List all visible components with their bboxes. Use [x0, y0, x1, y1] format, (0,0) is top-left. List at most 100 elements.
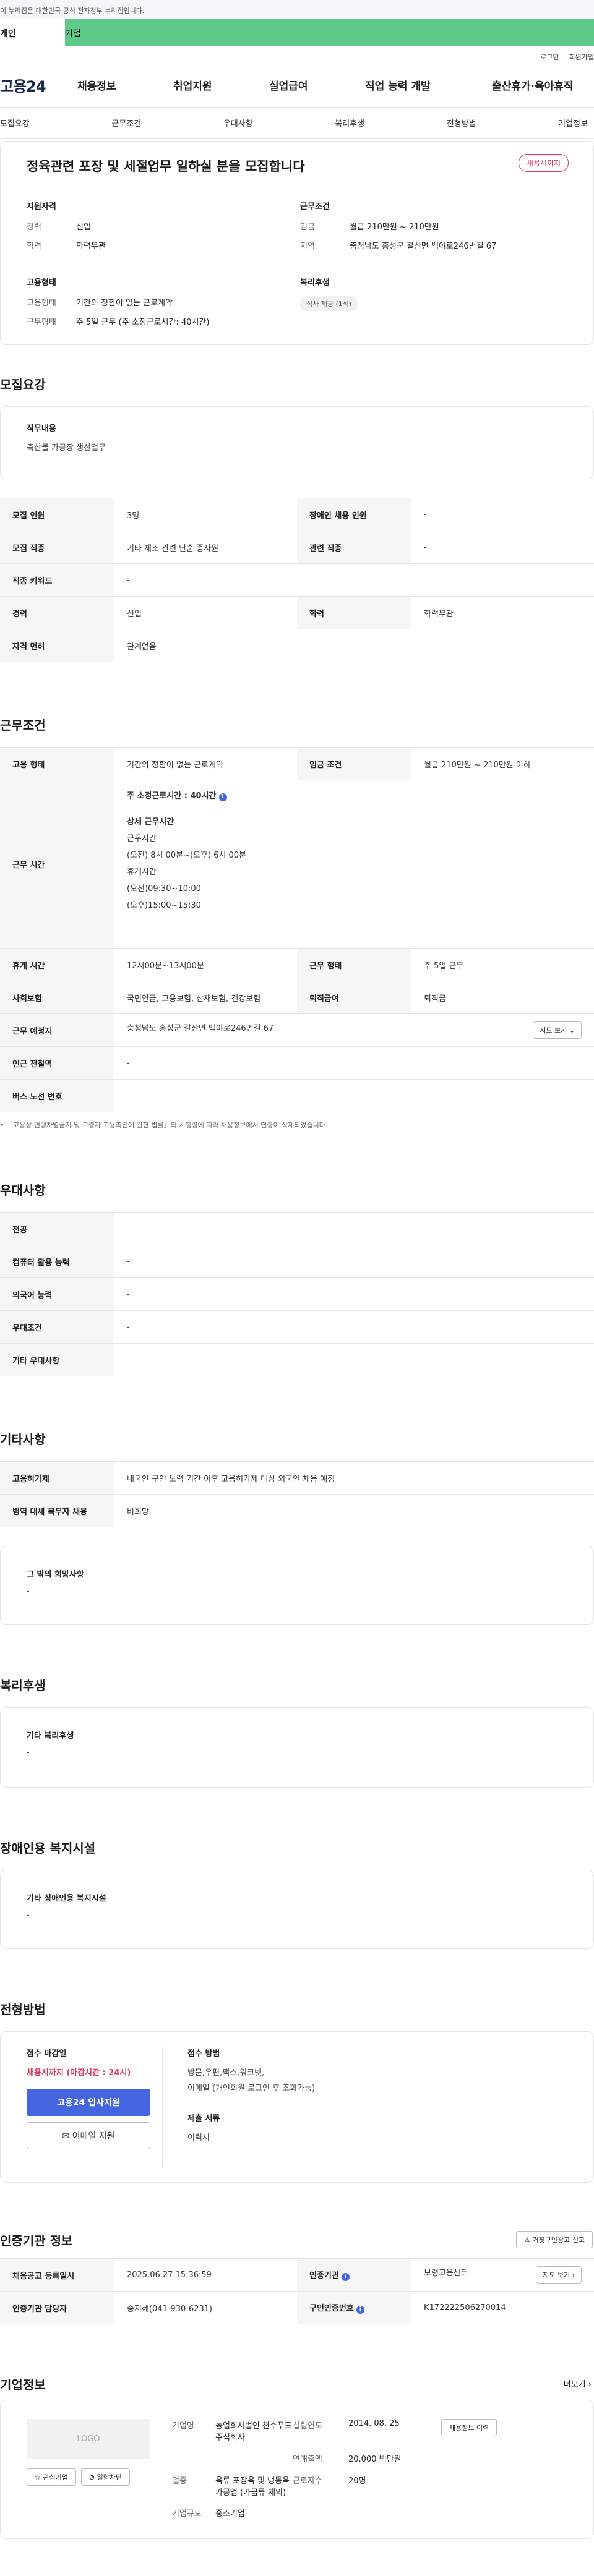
work-section-title: 근무조건	[0, 718, 46, 733]
info-icon[interactable]: i	[218, 793, 227, 801]
qualification-heading: 지원자격	[27, 202, 56, 211]
block-label: 열람차단	[97, 2473, 123, 2481]
table-row: 고용 형태 기간의 정함이 없는 근로계약 임금 조건 월급 210만원 ~ 2…	[0, 747, 594, 780]
table-value: 3명	[114, 498, 297, 531]
hours-main: 주 소정근로시간 : 40시간	[127, 791, 217, 801]
agency-section-title: 인증기관 정보	[0, 2233, 73, 2248]
chevron-right-icon: ›	[588, 2380, 592, 2389]
favorite-label: 관심기업	[43, 2473, 68, 2481]
table-key: 인증기관 담당자	[0, 2291, 114, 2324]
table-value: -	[114, 1245, 594, 1278]
tab-person-label: 개인	[0, 29, 16, 39]
tab-business[interactable]: 기업	[65, 19, 594, 46]
benefit-box: 기타 복리후생 -	[0, 1707, 594, 1788]
disabled-value: -	[27, 1911, 30, 1920]
selection-box: 접수 마감일 채용시까지 (마감시간 : 24시) 고용24 입사지원 ✉ 이메…	[0, 2031, 594, 2183]
benefit-section-title: 복리후생	[0, 1678, 46, 1693]
table-key: 기타 우대사항	[0, 1343, 114, 1376]
table-value: -	[114, 1212, 594, 1245]
hours-detail-line: (오전) 8시 00분~(오후) 6시 00분	[127, 851, 247, 860]
nav-jobs[interactable]: 채용정보	[77, 77, 173, 93]
info-icon[interactable]: i	[356, 2306, 364, 2314]
signup-link[interactable]: 회원가입	[569, 52, 594, 63]
work-table: 고용 형태 기간의 정함이 없는 근로계약 임금 조건 월급 210만원 ~ 2…	[0, 747, 594, 1112]
table-value: 내국인 구인 노력 기간 이후 고용허가제 대상 외국인 채용 예정	[114, 1461, 594, 1495]
table-row: 경력 신입 학력 학력무관	[0, 596, 594, 629]
duty-box: 직무내용 축산물 가공장 생산업무	[0, 406, 594, 479]
table-value: -	[411, 498, 594, 531]
email-apply-button[interactable]: ✉ 이메일 지원	[27, 2122, 150, 2149]
method-value-2: 이메일 (개인회원 로그인 후 조회가능)	[187, 2084, 316, 2093]
wage-key: 임금	[300, 223, 315, 232]
employment-block: 고용형태 고용형태 기간의 정함이 없는 근로계약 근무형태 주 5일 근무 (주 …	[27, 276, 300, 335]
table-key: 학력	[297, 596, 411, 629]
login-link[interactable]: 로그인	[540, 52, 559, 63]
industry-key: 업종	[172, 2476, 187, 2486]
favorite-button[interactable]: ☆ 관심기업	[27, 2468, 76, 2486]
table-key: 경력	[0, 596, 114, 629]
tab-selection[interactable]: 전형방법	[447, 117, 476, 129]
tab-recruit[interactable]: 모집요강	[0, 117, 30, 129]
conditions-heading: 근무조건	[300, 202, 330, 211]
report-button[interactable]: ⚠ 거짓구인광고 신고	[516, 2231, 593, 2248]
block-icon: ⊘	[88, 2473, 95, 2481]
table-key: 컴퓨터 활용 능력	[0, 1245, 114, 1278]
table-row: 인근 전철역 -	[0, 1046, 594, 1080]
wage-value: 월급 210만원 ~ 210만원	[350, 223, 439, 232]
tab-work-conditions[interactable]: 근무조건	[111, 117, 141, 129]
recruit-table: 모집 인원 3명 장애인 채용 인원 - 모집 직종 기타 제조 관련 단순 종…	[0, 498, 594, 662]
staff-key: 근로자수	[293, 2476, 322, 2486]
nav-vocational-training[interactable]: 직업 능력 개발	[365, 77, 492, 93]
table-value: -	[114, 563, 594, 597]
tab-welfare[interactable]: 복리후생	[335, 117, 364, 129]
age-note: • 「고용상 연령차별금지 및 고령자 고용촉진에 관한 법률」의 시행령에 따…	[0, 1121, 328, 1129]
table-row: 직종 키워드 -	[0, 563, 594, 597]
site-logo[interactable]: 고용24	[0, 74, 77, 96]
table-row: 컴퓨터 활용 능력 -	[0, 1245, 594, 1278]
job-history-button[interactable]: 채용정보 이력	[441, 2419, 497, 2436]
work-form-key: 근무형태	[27, 318, 56, 327]
report-icon: ⚠	[524, 2236, 531, 2244]
apply-button[interactable]: 고용24 입사지원	[27, 2089, 150, 2116]
tab-person[interactable]: 개인	[0, 19, 65, 46]
table-row: 외국어 능력 -	[0, 1277, 594, 1311]
block-button[interactable]: ⊘ 열람차단	[80, 2468, 131, 2486]
table-key: 근무 시간	[0, 780, 114, 949]
table-key: 모집 인원	[0, 498, 114, 531]
table-value: 기간의 정함이 없는 근로계약	[114, 747, 297, 780]
company-logo: LOGO	[27, 2419, 150, 2459]
table-value: K172222506270014	[411, 2291, 594, 2324]
tab-business-label: 기업	[65, 29, 81, 39]
nav-parental-leave[interactable]: 출산휴가·육아휴직	[492, 77, 574, 93]
agency-map-button[interactable]: 지도 보기 ›	[536, 2266, 582, 2284]
etc-table: 고용허가제 내국인 구인 노력 기간 이후 고용허가제 대상 외국인 채용 예정 …	[0, 1461, 594, 1527]
employment-type-value: 기간의 정함이 없는 근로계약	[76, 299, 173, 308]
map-button[interactable]: 지도 보기 ⌄	[533, 1021, 582, 1039]
table-row: 버스 노선 번호 -	[0, 1079, 594, 1112]
company-logo-area: LOGO ☆ 관심기업 ⊘ 열람차단	[27, 2419, 150, 2520]
table-value: -	[114, 1310, 594, 1344]
staff-value: 20명	[348, 2476, 366, 2486]
tab-company[interactable]: 기업정보	[558, 117, 588, 129]
job-title: 정육관련 포장 및 세절업무 일하실 분을 모집합니다	[27, 159, 305, 174]
hours-detail-line: (오후)15:00~15:30	[127, 901, 201, 910]
table-row: 인증기관 담당자 송지혜(041-930-6231) 구인인증번호 i K1722…	[0, 2291, 594, 2324]
nav-unemployment-benefit[interactable]: 실업급여	[269, 77, 365, 93]
table-key: 인증기관	[309, 2271, 339, 2280]
table-key: 관련 직종	[297, 531, 411, 564]
table-key: 모집 직종	[0, 531, 114, 564]
company-more-link[interactable]: 더보기 ›	[564, 2378, 592, 2389]
status-badge: 채용시까지	[518, 154, 569, 172]
table-value: 12시00분~13시00분	[114, 948, 297, 981]
nav-employment-support[interactable]: 취업지원	[173, 77, 269, 93]
table-value: 기타 제조 관련 단순 종사원	[114, 531, 297, 564]
info-icon[interactable]: i	[341, 2273, 350, 2281]
duty-label: 직무내용	[27, 424, 56, 433]
work-form-value: 주 5일 근무 (주 소정근로시간: 40시간)	[76, 318, 210, 327]
gov-banner-text: 이 누리집은 대한민국 공식 전자정부 누리집입니다.	[0, 7, 145, 15]
table-value: 비희망	[114, 1494, 594, 1527]
table-row: 근무 예정지 충청남도 홍성군 갈산면 백야로246번길 67 지도 보기 ⌄	[0, 1013, 594, 1047]
docs-label: 제출 서류	[187, 2114, 220, 2123]
tab-preferences[interactable]: 우대사항	[223, 117, 253, 129]
map-button-label: 지도 보기	[540, 1026, 567, 1034]
